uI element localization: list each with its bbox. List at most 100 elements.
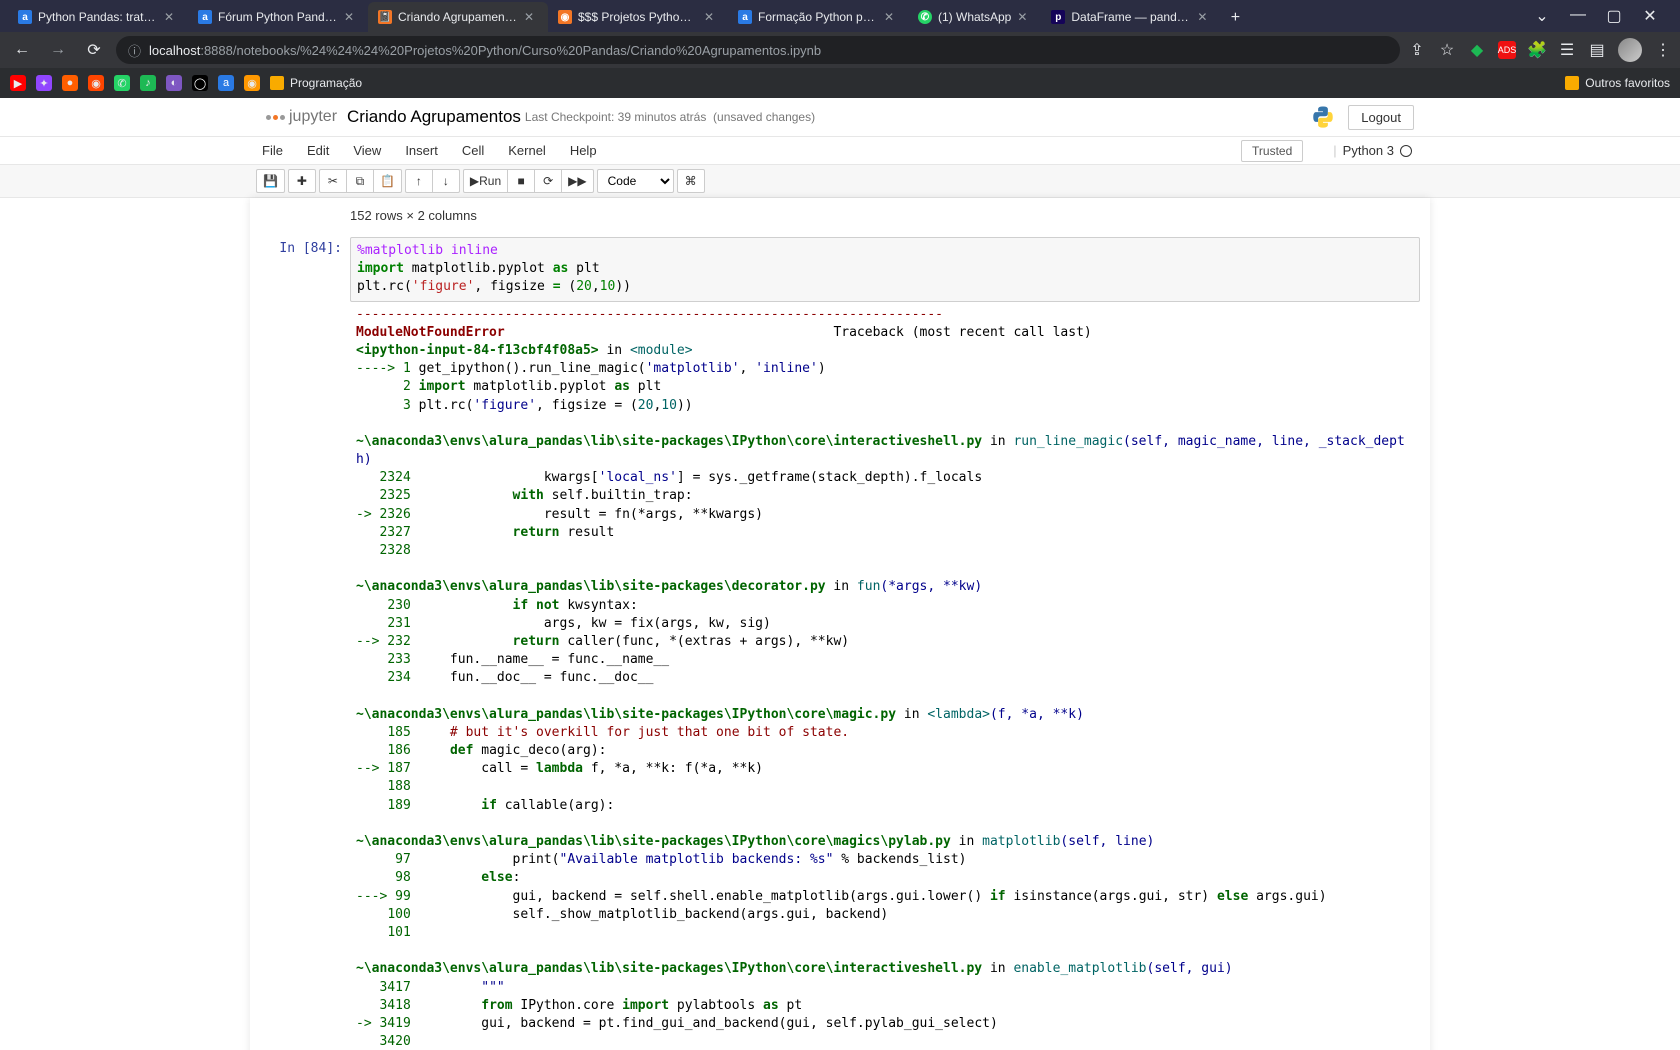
jupyter-logo[interactable]: jupyter [266, 108, 337, 126]
browser-toolbar: ← → ⟳ ⓘ localhost:8888/notebooks/%24%24%… [0, 32, 1680, 68]
bookmark-icon[interactable]: ◐ [166, 75, 182, 91]
jupyter-home-icon: ◉ [558, 10, 572, 24]
minimize-icon[interactable]: — [1564, 6, 1592, 26]
alura-icon: a [18, 10, 32, 24]
extensions-icon[interactable]: 🧩 [1528, 41, 1546, 59]
profile-avatar[interactable] [1618, 38, 1642, 62]
code-cell[interactable]: In [84]: %matplotlib inline import matpl… [256, 233, 1424, 1050]
notebook-name[interactable]: Criando Agrupamentos [347, 107, 521, 127]
interrupt-button[interactable]: ■ [507, 169, 535, 193]
kernel-indicator[interactable]: | Python 3 [1333, 143, 1430, 158]
maximize-icon[interactable]: ▢ [1600, 6, 1628, 26]
menu-icon[interactable]: ⋮ [1654, 41, 1672, 59]
window-controls: ⌄ — ▢ ✕ [1520, 6, 1672, 26]
move-down-button[interactable]: ↓ [432, 169, 460, 193]
browser-tab[interactable]: a Python Pandas: tratando ✕ [8, 2, 188, 32]
close-icon[interactable]: ✕ [524, 10, 538, 24]
browser-tab[interactable]: ✆ (1) WhatsApp ✕ [908, 2, 1041, 32]
share-icon[interactable]: ⇪ [1408, 41, 1426, 59]
bookmarks-bar: ▶ ✦ ● ◉ ✆ ♪ ◐ ◯ a ◉ Programação Outros f… [0, 68, 1680, 98]
tab-title: Criando Agrupamentos - [398, 10, 518, 24]
jupyter-dots-icon [266, 115, 285, 120]
tab-title: (1) WhatsApp [938, 10, 1011, 24]
reading-list-icon[interactable]: ☰ [1558, 41, 1576, 59]
trusted-indicator[interactable]: Trusted [1241, 140, 1303, 162]
back-button[interactable]: ← [8, 36, 36, 64]
reload-button[interactable]: ⟳ [80, 36, 108, 64]
menu-kernel[interactable]: Kernel [496, 137, 558, 164]
jupyter-header: jupyter Criando Agrupamentos Last Checkp… [250, 98, 1430, 136]
browser-tab[interactable]: p DataFrame — pandas 1.4 ✕ [1041, 2, 1221, 32]
twitch-bookmark-icon[interactable]: ✦ [36, 75, 52, 91]
menu-edit[interactable]: Edit [295, 137, 341, 164]
input-prompt: In [84]: [260, 237, 350, 302]
menu-cell[interactable]: Cell [450, 137, 496, 164]
logout-button[interactable]: Logout [1348, 105, 1414, 130]
close-icon[interactable]: ✕ [1017, 10, 1031, 24]
new-tab-button[interactable]: + [1221, 4, 1249, 32]
bookmark-folder-label: Programação [290, 76, 362, 90]
cut-button[interactable]: ✂ [319, 169, 347, 193]
pandas-icon: p [1051, 10, 1065, 24]
alura-icon: a [738, 10, 752, 24]
browser-chrome: a Python Pandas: tratando ✕ a Fórum Pyth… [0, 0, 1680, 98]
move-up-button[interactable]: ↑ [405, 169, 433, 193]
extension-icon[interactable]: ◆ [1468, 41, 1486, 59]
browser-tab[interactable]: ◉ $$$ Projetos Python/Curs ✕ [548, 2, 728, 32]
restart-button[interactable]: ⟳ [534, 169, 562, 193]
browser-tab-active[interactable]: 📓 Criando Agrupamentos - ✕ [368, 2, 548, 32]
whatsapp-icon: ✆ [918, 10, 932, 24]
command-palette-button[interactable]: ⌘ [677, 169, 705, 193]
browser-tab[interactable]: a Fórum Python Pandas: tra ✕ [188, 2, 368, 32]
close-icon[interactable]: ✕ [704, 10, 718, 24]
bookmark-icon[interactable]: ◉ [88, 75, 104, 91]
save-button[interactable]: 💾 [256, 169, 285, 193]
menu-insert[interactable]: Insert [393, 137, 450, 164]
site-info-icon[interactable]: ⓘ [128, 41, 141, 60]
kernel-name: Python 3 [1343, 143, 1394, 158]
chevron-down-icon[interactable]: ⌄ [1528, 6, 1556, 26]
code-editor[interactable]: %matplotlib inline import matplotlib.pyp… [350, 237, 1420, 302]
insert-cell-button[interactable]: ✚ [288, 169, 316, 193]
restart-run-all-button[interactable]: ▶▶ [561, 169, 593, 193]
close-icon[interactable]: ✕ [884, 10, 898, 24]
alura-bookmark-icon[interactable]: a [218, 75, 234, 91]
menu-view[interactable]: View [341, 137, 393, 164]
jupyter-toolbar: 💾 ✚ ✂ ⧉ 📋 ↑ ↓ ▶ Run ■ ⟳ ▶▶ [0, 165, 1680, 198]
kernel-idle-icon [1400, 145, 1412, 157]
address-bar[interactable]: ⓘ localhost:8888/notebooks/%24%24%24%20P… [116, 36, 1400, 64]
adblock-icon[interactable]: ADS [1498, 41, 1516, 59]
menu-help[interactable]: Help [558, 137, 609, 164]
browser-tab[interactable]: a Formação Python para D ✕ [728, 2, 908, 32]
menu-file[interactable]: File [250, 137, 295, 164]
traceback-output: ----------------------------------------… [350, 302, 1420, 1050]
paste-button[interactable]: 📋 [373, 169, 402, 193]
close-icon[interactable]: ✕ [1197, 10, 1211, 24]
other-bookmarks[interactable]: Outros favoritos [1565, 76, 1670, 90]
jupyter-icon: 📓 [378, 10, 392, 24]
checkpoint-status: Last Checkpoint: 39 minutos atrás (unsav… [525, 110, 815, 124]
tab-strip: a Python Pandas: tratando ✕ a Fórum Pyth… [8, 0, 1520, 32]
youtube-bookmark-icon[interactable]: ▶ [10, 75, 26, 91]
spotify-bookmark-icon[interactable]: ♪ [140, 75, 156, 91]
page-content: jupyter Criando Agrupamentos Last Checkp… [0, 98, 1680, 1050]
close-icon[interactable]: ✕ [344, 10, 358, 24]
copy-button[interactable]: ⧉ [346, 169, 374, 193]
side-panel-icon[interactable]: ▤ [1588, 41, 1606, 59]
reddit-bookmark-icon[interactable]: ● [62, 75, 78, 91]
star-icon[interactable]: ☆ [1438, 41, 1456, 59]
output-area: ----------------------------------------… [260, 302, 1420, 1050]
close-icon[interactable]: ✕ [164, 10, 178, 24]
python-icon [1310, 104, 1336, 130]
cell-type-select[interactable]: Code [597, 169, 674, 193]
close-icon[interactable]: ✕ [1636, 6, 1664, 26]
bookmark-icon[interactable]: ◉ [244, 75, 260, 91]
whatsapp-bookmark-icon[interactable]: ✆ [114, 75, 130, 91]
forward-button[interactable]: → [44, 36, 72, 64]
bookmark-folder[interactable]: Programação [270, 76, 362, 90]
bookmark-icon[interactable]: ◯ [192, 75, 208, 91]
tab-title: DataFrame — pandas 1.4 [1071, 10, 1191, 24]
other-bookmarks-label: Outros favoritos [1585, 76, 1670, 90]
jupyter-logo-text: jupyter [289, 108, 337, 126]
run-button[interactable]: ▶ Run [463, 169, 508, 193]
